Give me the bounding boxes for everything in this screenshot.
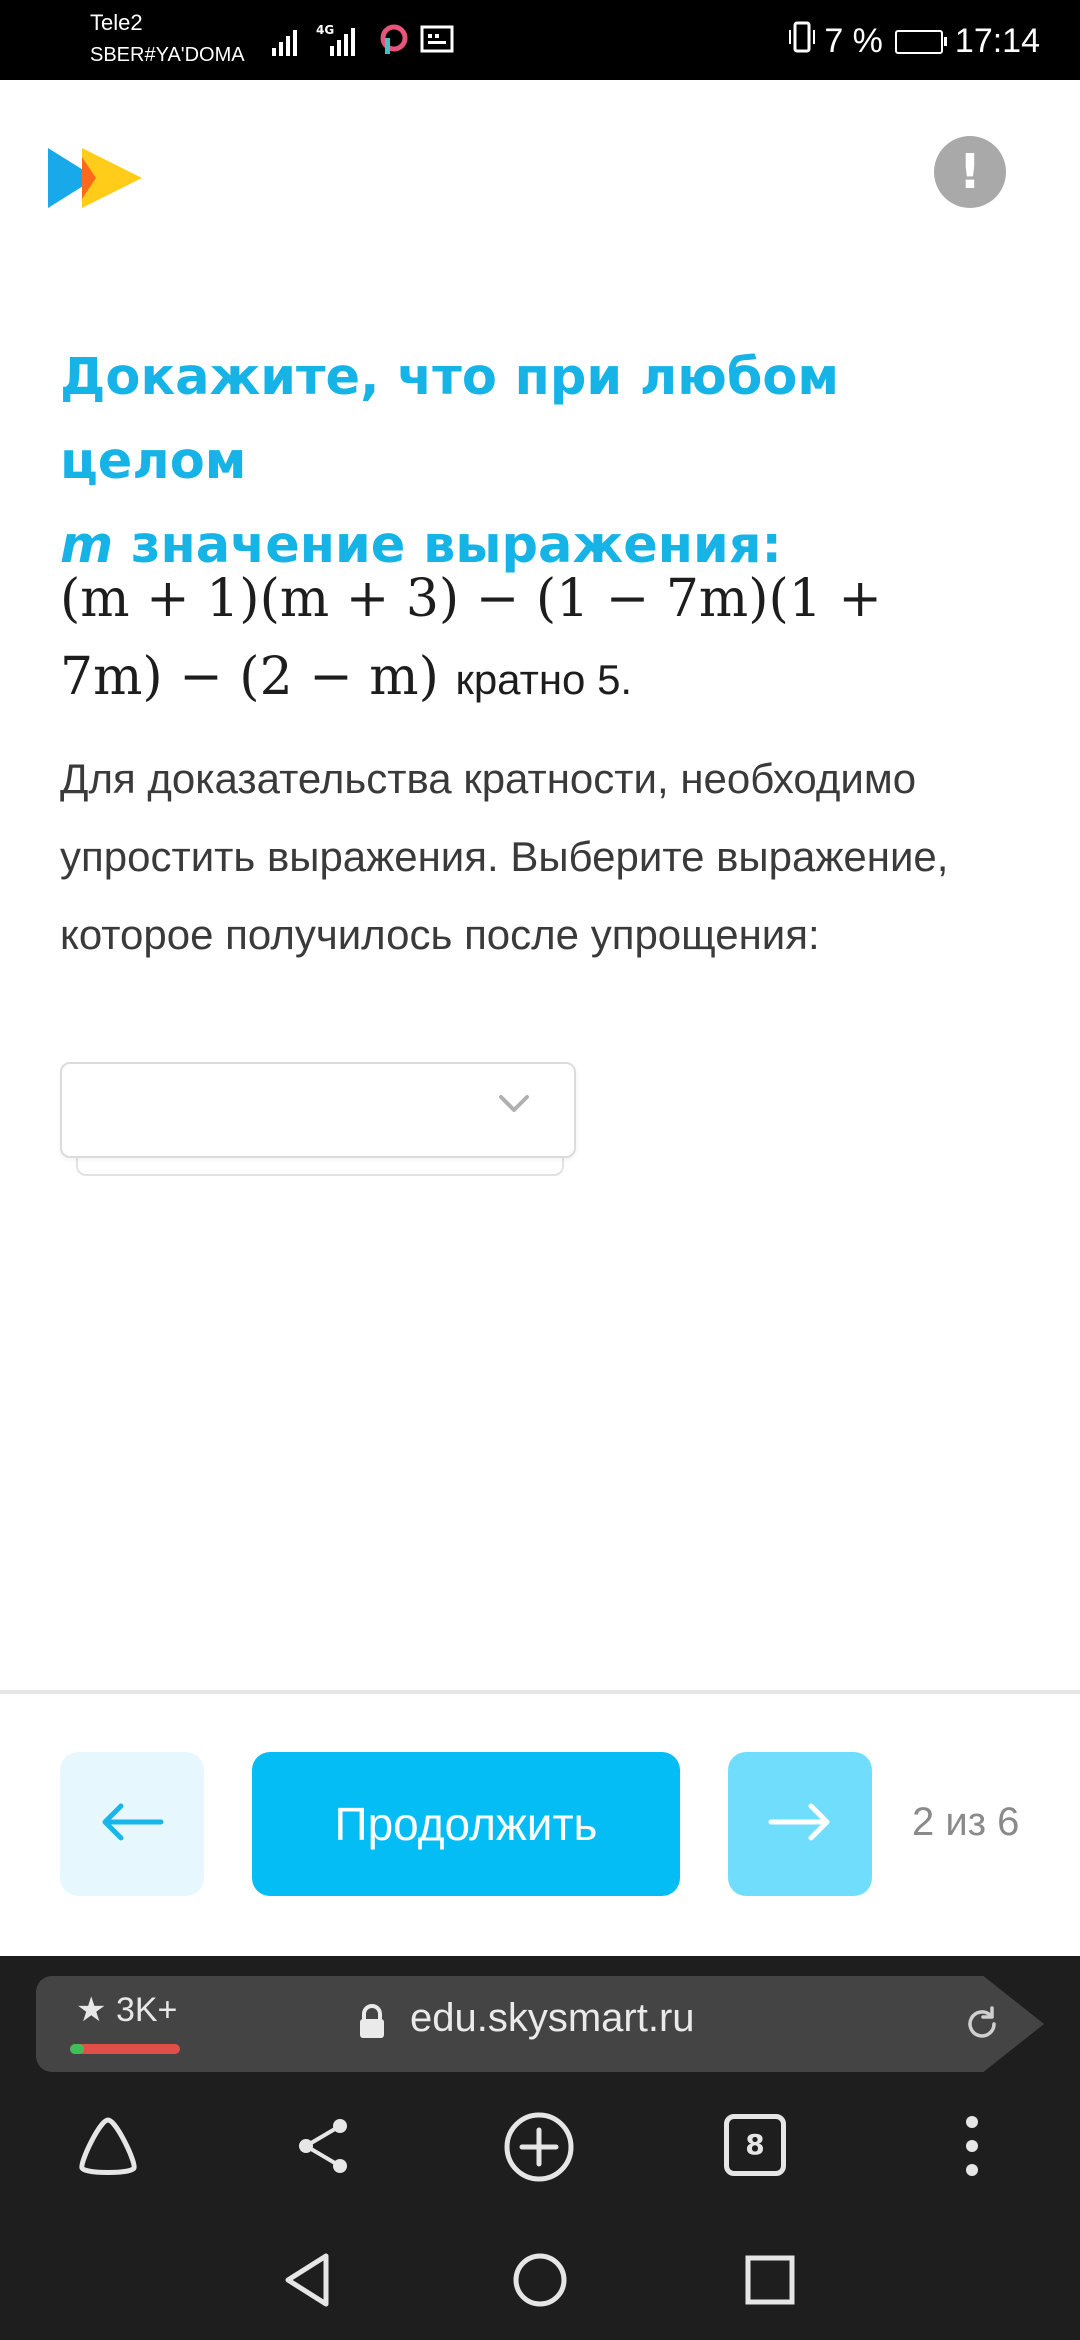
status-right: 7 % 17:14 bbox=[788, 20, 1040, 63]
expression-line1: (m + 1)(m + 3) − (1 − 7m)(1 + bbox=[60, 569, 882, 629]
url-text[interactable]: edu.skysmart.ru bbox=[410, 1996, 695, 2041]
question-title: Докажите, что при любом целом m значение… bbox=[60, 336, 1020, 588]
share-icon[interactable] bbox=[294, 2114, 354, 2182]
system-recents-icon[interactable] bbox=[744, 2254, 796, 2310]
report-problem-icon[interactable]: ! bbox=[934, 136, 1006, 208]
status-bar: Tele2 SBER#YA'DOMA 4G 7 % 17:14 bbox=[0, 0, 1080, 80]
step-progress: 2 из 6 bbox=[912, 1800, 1020, 1844]
back-button[interactable] bbox=[60, 1752, 204, 1896]
expression-suffix: кратно 5. bbox=[455, 656, 633, 703]
signal-icons: 4G bbox=[270, 22, 460, 62]
arrow-left-icon bbox=[99, 1802, 165, 1846]
question-title-line1: Докажите, что при любом целом bbox=[60, 348, 840, 491]
system-back-icon[interactable] bbox=[282, 2252, 332, 2312]
reload-icon[interactable] bbox=[962, 2004, 1002, 2048]
battery-icon bbox=[894, 29, 947, 54]
new-tab-icon[interactable] bbox=[502, 2110, 576, 2188]
question-description: Для доказательства кратности, необходимо… bbox=[60, 755, 949, 958]
browser-home-icon[interactable] bbox=[72, 2112, 144, 2186]
lock-icon bbox=[358, 2004, 386, 2044]
system-home-icon[interactable] bbox=[512, 2252, 568, 2312]
network-type: 4G bbox=[316, 23, 334, 37]
battery-percent: 7 % bbox=[824, 22, 883, 60]
next-button[interactable] bbox=[728, 1752, 872, 1896]
site-rating[interactable]: ★ 3K+ bbox=[76, 1990, 177, 2030]
menu-dots-icon[interactable] bbox=[962, 2114, 982, 2182]
carrier-name: Tele2 bbox=[90, 10, 143, 35]
rating-bar bbox=[70, 2044, 180, 2054]
arrow-right-icon bbox=[767, 1802, 833, 1846]
tabs-count-icon[interactable]: 8 bbox=[724, 2114, 786, 2176]
carrier-secondary: SBER#YA'DOMA bbox=[90, 44, 245, 66]
skysmart-logo[interactable] bbox=[46, 144, 146, 216]
continue-button[interactable]: Продолжить bbox=[252, 1752, 680, 1896]
chevron-down-icon bbox=[498, 1094, 530, 1118]
rating-count: 3K+ bbox=[115, 1991, 178, 2029]
star-icon: ★ bbox=[76, 1991, 107, 2029]
footer-divider bbox=[0, 1690, 1080, 1694]
answer-select[interactable] bbox=[60, 1062, 576, 1158]
vibrate-icon bbox=[788, 20, 816, 63]
clock: 17:14 bbox=[954, 22, 1040, 60]
expression-line2: 7m) − (2 − m) bbox=[60, 647, 439, 707]
math-expression: (m + 1)(m + 3) − (1 − 7m)(1 + 7m) − (2 −… bbox=[60, 560, 1020, 719]
rating-bar-positive bbox=[70, 2044, 84, 2054]
